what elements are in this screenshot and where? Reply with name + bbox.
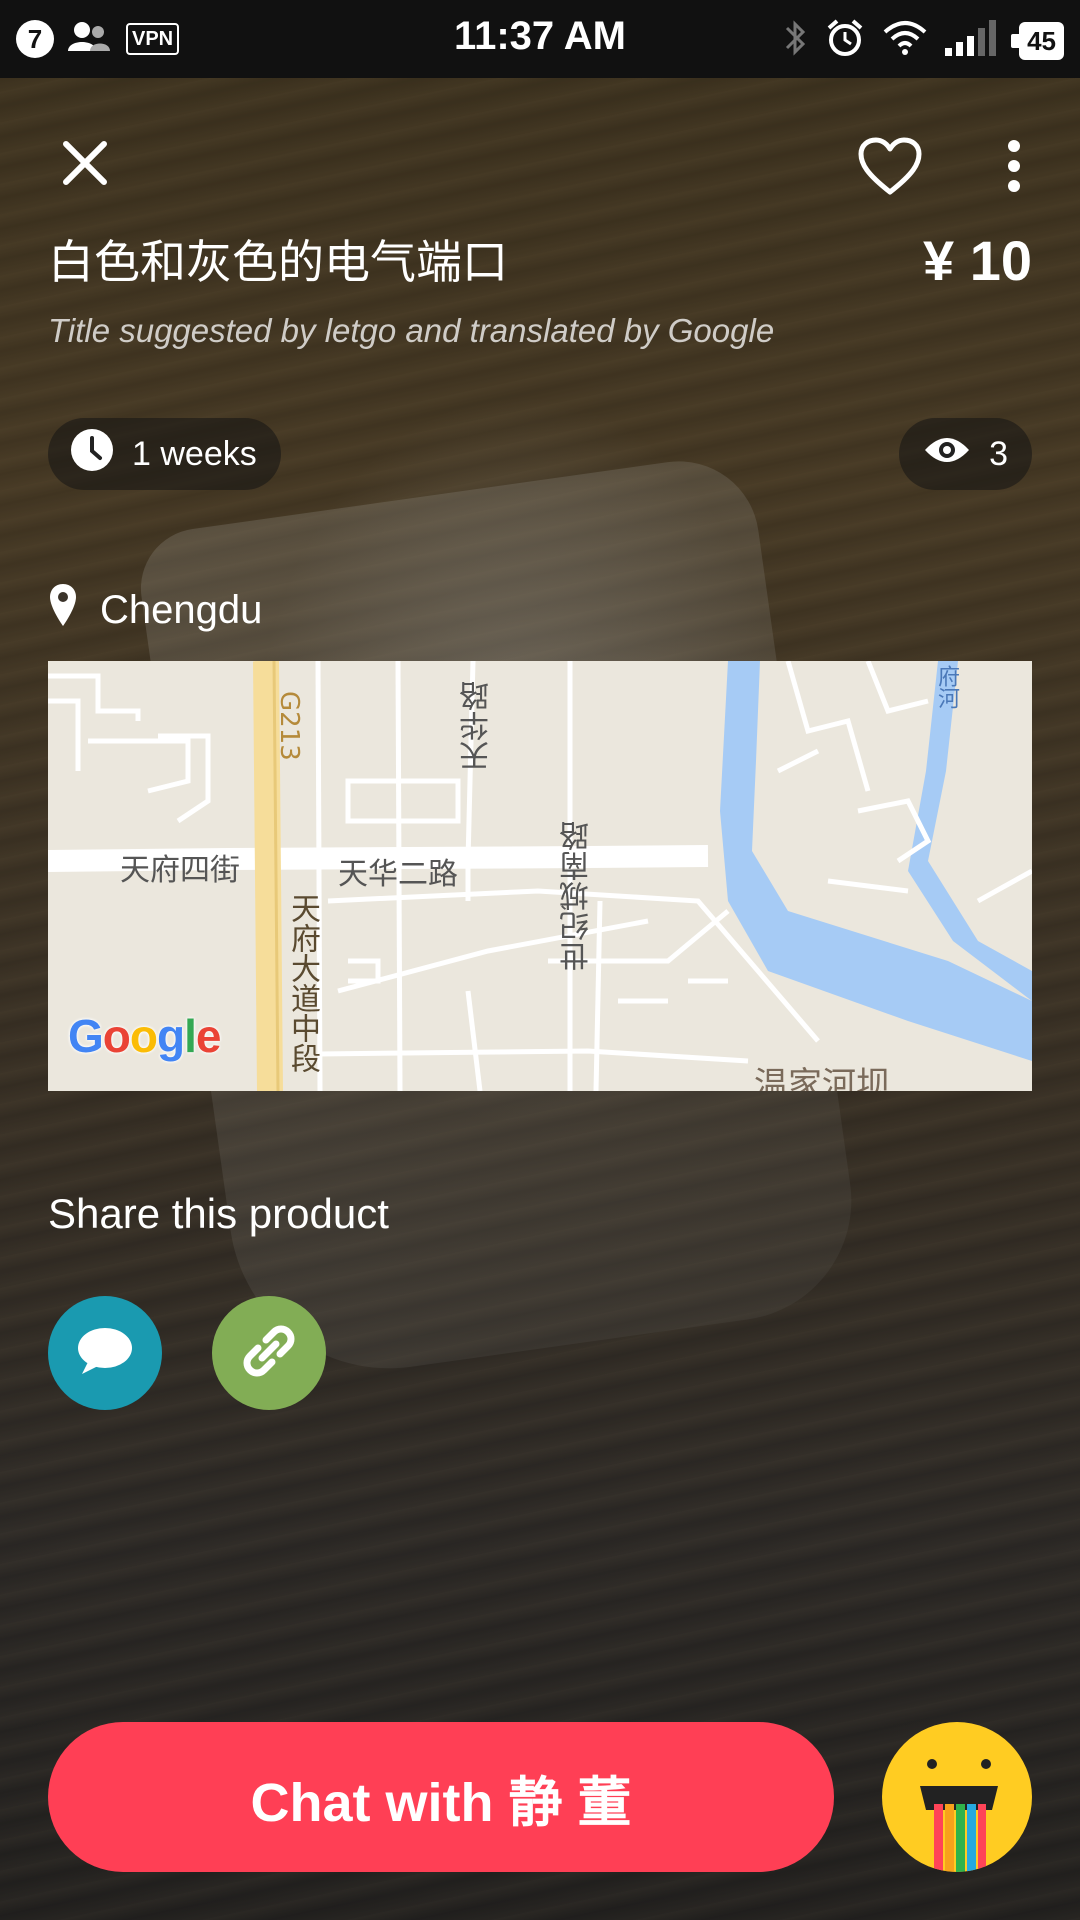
heart-icon bbox=[857, 136, 923, 201]
link-icon bbox=[240, 1322, 298, 1385]
title-translation-note: Title suggested by letgo and translated … bbox=[48, 312, 775, 349]
view-count-text: 3 bbox=[989, 434, 1008, 473]
bluetooth-icon bbox=[783, 18, 807, 63]
chat-with-seller-button[interactable]: Chat with 静 董 bbox=[48, 1722, 834, 1872]
map-label-street: 世纪城南路 bbox=[560, 821, 595, 971]
share-link-button[interactable] bbox=[212, 1296, 326, 1410]
more-options-button[interactable] bbox=[992, 128, 1036, 208]
location-map[interactable]: 天府四街 天华二路 天华路 世纪城南路 G213 天府大道中段 温家河坝 府河 … bbox=[48, 661, 1032, 1091]
close-button[interactable] bbox=[50, 130, 120, 200]
location-text: Chengdu bbox=[100, 587, 263, 632]
map-label-avenue: 天府大道中段 bbox=[285, 893, 320, 1073]
close-icon bbox=[62, 140, 108, 191]
status-bar-right: 45 bbox=[783, 18, 1064, 63]
location-row: Chengdu bbox=[48, 582, 262, 638]
message-icon bbox=[76, 1326, 134, 1381]
status-bar: 7 VPN 11:37 AM 45 bbox=[0, 0, 1080, 78]
more-vertical-icon bbox=[1006, 139, 1022, 197]
listing-age-text: 1 weeks bbox=[132, 434, 257, 473]
clock-icon bbox=[70, 428, 114, 481]
favorite-button[interactable] bbox=[850, 128, 930, 208]
alarm-icon bbox=[825, 18, 865, 63]
listing-age-badge: 1 weeks bbox=[48, 418, 281, 490]
product-title: 白色和灰色的电气端口 bbox=[48, 236, 508, 288]
map-label-street: 天府四街 bbox=[120, 853, 240, 888]
map-label-highway: G213 bbox=[274, 691, 304, 761]
battery-indicator: 45 bbox=[1011, 21, 1064, 60]
share-section-title: Share this product bbox=[48, 1190, 389, 1237]
signal-icon bbox=[945, 20, 1001, 61]
view-count-badge: 3 bbox=[899, 418, 1032, 490]
map-label-street: 天华路 bbox=[460, 681, 495, 771]
google-logo: Google bbox=[68, 1010, 221, 1062]
product-price: ¥ 10 bbox=[923, 229, 1032, 292]
eye-icon bbox=[923, 434, 971, 475]
map-label-district: 温家河坝 bbox=[754, 1065, 890, 1091]
map-label-street: 天华二路 bbox=[338, 857, 458, 892]
share-message-button[interactable] bbox=[48, 1296, 162, 1410]
location-pin-icon bbox=[48, 582, 78, 638]
map-label-river: 府河 bbox=[934, 665, 959, 709]
mascot-button[interactable] bbox=[882, 1722, 1032, 1872]
wifi-icon bbox=[883, 20, 927, 61]
